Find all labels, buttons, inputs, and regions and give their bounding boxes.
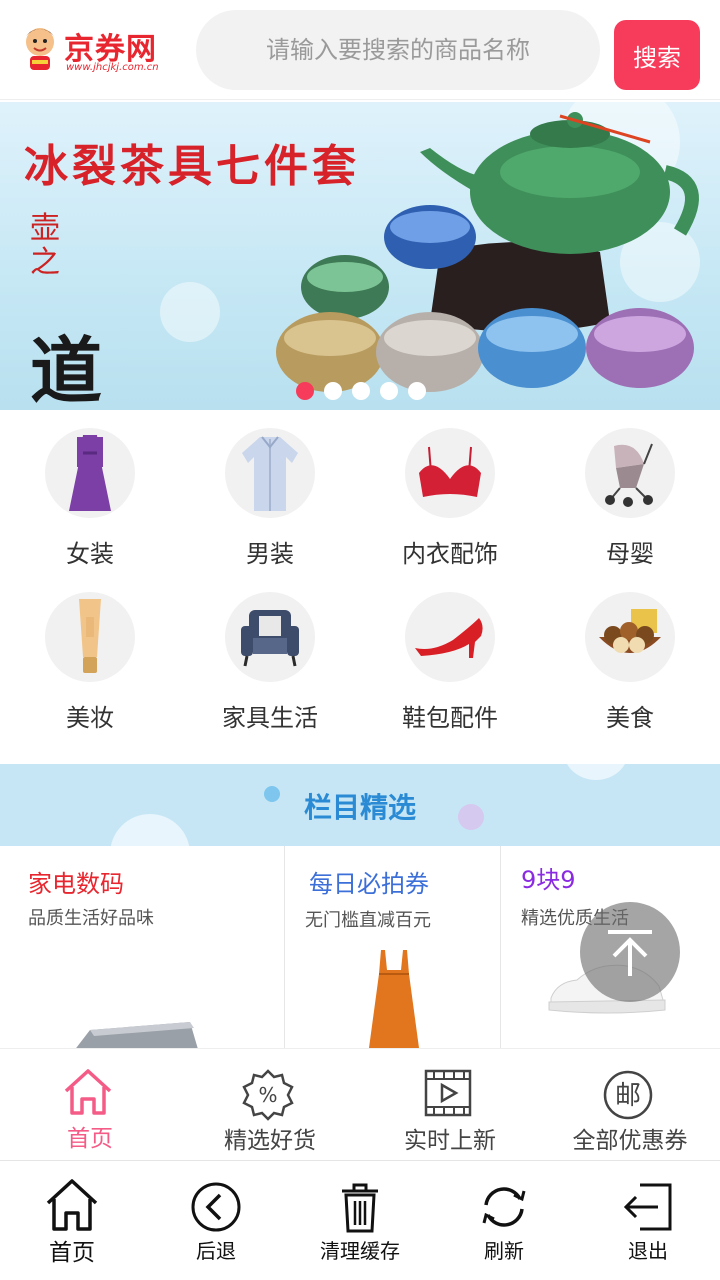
refresh-icon — [482, 1187, 526, 1227]
decorative-bubble — [564, 764, 628, 780]
card-subtitle: 品质生活好品味 — [28, 908, 154, 929]
mascot-logo-icon — [26, 28, 54, 70]
mail-stamp-icon: 邮 — [603, 1070, 653, 1120]
toolbar-label: 后退 — [196, 1239, 236, 1263]
carousel-dot[interactable] — [380, 382, 398, 400]
section-title: 栏目精选 — [303, 791, 416, 824]
arrow-up-icon — [608, 930, 652, 976]
shirt-icon — [225, 428, 315, 518]
toolbar-refresh-button[interactable]: 刷新 — [432, 1161, 576, 1280]
card-title: 9块9 — [521, 866, 576, 894]
card-subtitle: 无门槛直减百元 — [305, 910, 431, 931]
category-baby[interactable]: 母婴 — [540, 410, 720, 570]
dress-icon — [45, 428, 135, 518]
featured-section-header: 栏目精选 — [0, 764, 720, 846]
svg-text:邮: 邮 — [615, 1081, 641, 1111]
tea-set-image — [276, 112, 699, 392]
toolbar-label: 清理缓存 — [320, 1239, 400, 1263]
banner-calligraphy: 道 — [30, 328, 103, 410]
carousel-dot[interactable] — [296, 382, 314, 400]
category-furniture[interactable]: 家具生活 — [180, 574, 360, 734]
cosmetic-tube-icon — [45, 592, 135, 682]
category-men[interactable]: 男装 — [180, 410, 360, 570]
toolbar-label: 刷新 — [484, 1239, 524, 1263]
exit-icon — [623, 1183, 672, 1231]
brand-url: www.jhcjkj.com.cn — [66, 62, 159, 73]
card-title: 每日必拍券 — [309, 870, 429, 898]
appliance-image — [76, 1022, 198, 1048]
category-label: 母婴 — [606, 540, 654, 568]
category-grid: 女装 男装 内衣配饰 母婴 美妆 家具生活 鞋包配件 美食 — [0, 410, 720, 762]
category-label: 美妆 — [66, 704, 114, 732]
category-shoes-bags[interactable]: 鞋包配件 — [360, 574, 540, 734]
toolbar-label: 退出 — [628, 1239, 668, 1263]
logo[interactable]: 京券网 www.jhcjkj.com.cn — [20, 22, 180, 78]
category-label: 男装 — [246, 540, 294, 568]
tab-label: 首页 — [67, 1126, 113, 1152]
toolbar-exit-button[interactable]: 退出 — [576, 1161, 720, 1280]
tab-label: 实时上新 — [404, 1128, 496, 1154]
category-women[interactable]: 女装 — [0, 410, 180, 570]
category-food[interactable]: 美食 — [540, 574, 720, 734]
search-box — [196, 10, 600, 90]
category-beauty[interactable]: 美妆 — [0, 574, 180, 734]
bra-icon — [405, 428, 495, 518]
back-to-top-button[interactable] — [580, 902, 680, 1002]
carousel-indicators — [296, 382, 426, 400]
category-label: 鞋包配件 — [402, 704, 498, 732]
category-label: 女装 — [66, 540, 114, 568]
category-label: 内衣配饰 — [402, 540, 498, 568]
dress-product-image — [369, 950, 419, 1048]
armchair-icon — [225, 592, 315, 682]
card-title: 家电数码 — [28, 870, 124, 898]
app-tab-bar: 首页 % 精选好货 实时上新 邮 全部优惠券 — [0, 1048, 720, 1160]
bokeh-decoration — [160, 282, 220, 342]
category-label: 美食 — [606, 704, 654, 732]
card-appliances[interactable]: 家电数码 品质生活好品味 — [0, 846, 284, 1048]
tab-label: 全部优惠券 — [572, 1128, 688, 1154]
home-icon — [46, 1179, 98, 1231]
percent-badge-icon: % — [242, 1069, 294, 1121]
tab-all-coupons[interactable]: 邮 全部优惠券 — [540, 1049, 720, 1161]
search-button[interactable]: 搜索 — [614, 20, 700, 90]
trash-icon — [342, 1183, 378, 1233]
toolbar-home-button[interactable]: 首页 — [0, 1161, 144, 1280]
home-icon — [64, 1069, 112, 1115]
banner-calligraphy-small: 壶之 — [30, 211, 60, 280]
nuts-icon — [585, 592, 675, 682]
promo-banner[interactable]: 冰裂茶具七件套 道 壶之 — [0, 102, 720, 410]
svg-text:%: % — [258, 1083, 277, 1107]
stroller-icon — [585, 428, 675, 518]
toolbar-back-button[interactable]: 后退 — [144, 1161, 288, 1280]
high-heel-icon — [405, 592, 495, 682]
search-input[interactable] — [196, 10, 600, 90]
tab-home[interactable]: 首页 — [0, 1049, 180, 1161]
carousel-dot[interactable] — [324, 382, 342, 400]
toolbar-clear-cache-button[interactable]: 清理缓存 — [288, 1161, 432, 1280]
carousel-dot[interactable] — [408, 382, 426, 400]
back-icon — [191, 1182, 241, 1232]
category-label: 家具生活 — [222, 704, 318, 732]
header: 京券网 www.jhcjkj.com.cn 搜索 — [0, 0, 720, 100]
tab-new-arrivals[interactable]: 实时上新 — [360, 1049, 540, 1161]
tab-selected-goods[interactable]: % 精选好货 — [180, 1049, 360, 1161]
carousel-dot[interactable] — [352, 382, 370, 400]
tab-label: 精选好货 — [224, 1128, 316, 1154]
category-underwear[interactable]: 内衣配饰 — [360, 410, 540, 570]
video-play-icon — [424, 1069, 472, 1117]
toolbar-label: 首页 — [49, 1240, 95, 1266]
browser-toolbar: 首页 后退 清理缓存 刷新 退出 — [0, 1160, 720, 1280]
card-daily-coupon[interactable]: 每日必拍券 无门槛直减百元 — [285, 846, 500, 1048]
